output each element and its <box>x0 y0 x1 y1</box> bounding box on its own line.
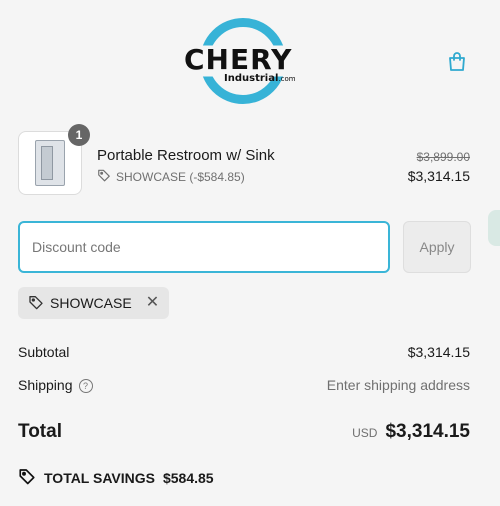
subtotal-value: $3,314.15 <box>407 344 470 360</box>
subtotal-label: Subtotal <box>18 344 70 360</box>
store-logo[interactable]: CHERY Industrial.com <box>180 18 310 104</box>
quantity-badge: 1 <box>68 124 90 146</box>
shipping-value: Enter shipping address <box>326 377 470 393</box>
product-discount: SHOWCASE (-$584.85) <box>97 168 245 185</box>
shipping-label: Shipping <box>18 377 73 393</box>
side-widget-tab[interactable] <box>488 210 500 246</box>
restroom-image <box>35 140 65 186</box>
logo-subtitle: Industrial.com <box>224 73 296 84</box>
product-discount-label: SHOWCASE (-$584.85) <box>116 169 245 184</box>
shipping-row: Shipping? <box>18 377 93 393</box>
discounted-price: $3,314.15 <box>407 168 470 184</box>
total-savings: TOTAL SAVINGS $584.85 <box>18 467 214 488</box>
tag-icon <box>97 168 111 185</box>
total-value: $3,314.15 <box>385 421 470 442</box>
help-icon[interactable]: ? <box>78 379 93 393</box>
product-title: Portable Restroom w/ Sink <box>97 147 275 164</box>
shopping-bag-icon[interactable] <box>445 50 469 74</box>
total-label: Total <box>18 421 62 442</box>
tag-icon <box>18 467 36 488</box>
remove-discount-close-icon[interactable]: ✕ <box>146 295 159 311</box>
savings-value: $584.85 <box>162 469 214 486</box>
currency-code: USD <box>352 426 378 440</box>
logo-wordmark: CHERY <box>184 43 293 76</box>
savings-label: TOTAL SAVINGS <box>44 469 155 486</box>
tag-icon <box>28 294 44 313</box>
original-price: $3,899.00 <box>416 150 470 164</box>
applied-code-label: SHOWCASE <box>50 295 132 311</box>
total-amount: USD $3,314.15 <box>352 421 470 443</box>
applied-discount-chip: SHOWCASE ✕ <box>18 287 170 319</box>
apply-button[interactable]: Apply <box>403 221 471 273</box>
discount-code-input[interactable] <box>18 221 390 273</box>
